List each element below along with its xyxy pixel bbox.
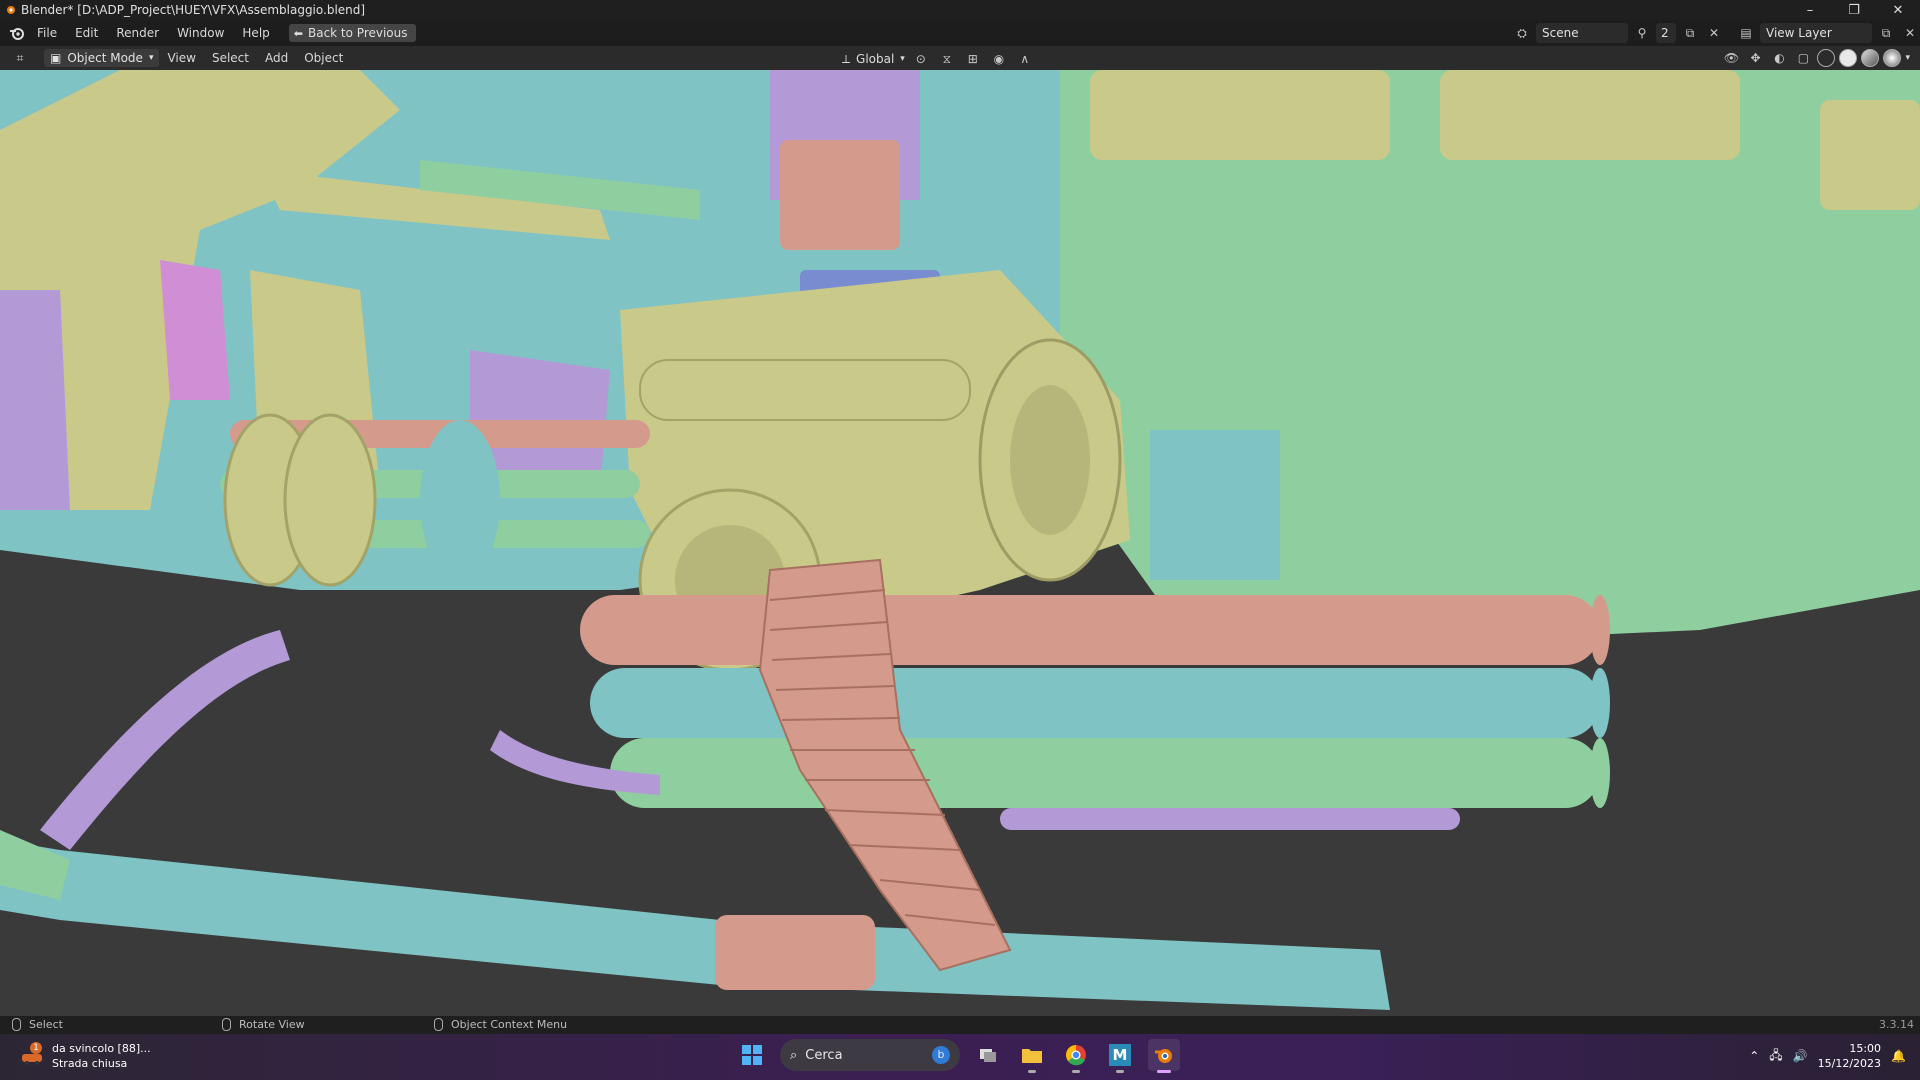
view-layer-icon[interactable]: ▤ bbox=[1736, 23, 1756, 43]
notification-bell-icon[interactable]: 🔔 bbox=[1891, 1049, 1906, 1063]
mouse-right-icon bbox=[434, 1018, 443, 1031]
search-icon: ⌕ bbox=[790, 1047, 798, 1063]
view-layer-name: View Layer bbox=[1766, 26, 1832, 40]
blender-app-icon bbox=[3, 3, 17, 17]
taskbar-clock[interactable]: 15:00 15/12/2023 bbox=[1818, 1041, 1881, 1071]
wireframe-shading-icon[interactable] bbox=[1817, 49, 1836, 67]
status-hint-context: Object Context Menu bbox=[434, 1018, 567, 1031]
gizmo-icon[interactable]: ✥ bbox=[1745, 48, 1765, 68]
status-bar: Select Rotate View Object Context Menu 3… bbox=[0, 1016, 1920, 1034]
file-explorer-icon[interactable] bbox=[1016, 1039, 1048, 1073]
scene-users-count[interactable]: 2 bbox=[1656, 23, 1676, 43]
remove-view-layer-icon[interactable]: ✕ bbox=[1900, 23, 1920, 43]
viewport-menu-select[interactable]: Select bbox=[204, 51, 257, 65]
search-placeholder: Cerca bbox=[805, 1047, 843, 1063]
chevron-down-icon: ▾ bbox=[900, 54, 905, 64]
menu-edit[interactable]: Edit bbox=[66, 22, 107, 44]
duplicate-scene-icon[interactable]: ⧉ bbox=[1680, 23, 1700, 43]
chrome-icon[interactable] bbox=[1060, 1039, 1092, 1073]
app-m-icon[interactable]: M bbox=[1104, 1039, 1136, 1073]
pivot-point-icon[interactable]: ⊙ bbox=[911, 49, 931, 69]
blender-taskbar-icon[interactable] bbox=[1148, 1039, 1180, 1073]
news-widget[interactable]: 1 da svincolo [88]... Strada chiusa bbox=[20, 1041, 151, 1071]
mouse-middle-icon bbox=[222, 1018, 231, 1031]
task-view-icon[interactable] bbox=[972, 1039, 1004, 1071]
mouse-left-icon bbox=[12, 1018, 21, 1031]
blender-version: 3.3.14 bbox=[1879, 1018, 1914, 1031]
object-mode-dropdown[interactable]: ▣ Object Mode ▾ bbox=[44, 49, 160, 67]
blender-logo-icon[interactable] bbox=[6, 22, 28, 44]
network-icon[interactable]: 🖧 bbox=[1769, 1046, 1782, 1067]
editor-type-icon[interactable]: ⌗ bbox=[10, 48, 30, 68]
windows-taskbar: 1 da svincolo [88]... Strada chiusa ⌕ Ce… bbox=[0, 1034, 1920, 1080]
falloff-icon[interactable]: ∧ bbox=[1015, 49, 1035, 69]
top-menubar: File Edit Render Window Help ⬅ Back to P… bbox=[0, 20, 1920, 46]
status-context-label: Object Context Menu bbox=[451, 1018, 568, 1031]
visibility-icon[interactable]: 👁 bbox=[1721, 48, 1741, 68]
status-select-label: Select bbox=[29, 1018, 63, 1031]
start-button[interactable] bbox=[736, 1039, 768, 1071]
snap-target-icon[interactable]: ⊞ bbox=[963, 49, 983, 69]
transform-orientation-dropdown[interactable]: Global bbox=[856, 52, 894, 66]
3d-viewport[interactable] bbox=[0, 70, 1920, 1016]
window-titlebar: Blender* [D:\ADP_Project\HUEY\VFX\Assemb… bbox=[0, 0, 1920, 20]
rendered-shading-icon[interactable] bbox=[1883, 49, 1902, 67]
status-hint-select: Select bbox=[12, 1018, 63, 1031]
delete-scene-icon[interactable]: ✕ bbox=[1704, 23, 1724, 43]
viewport-header: ⌗ ▣ Object Mode ▾ View Select Add Object… bbox=[0, 46, 1920, 70]
new-view-layer-icon[interactable]: ⧉ bbox=[1876, 23, 1896, 43]
menu-render[interactable]: Render bbox=[107, 22, 168, 44]
object-mode-label: Object Mode bbox=[67, 51, 143, 65]
view-layer-field[interactable]: View Layer bbox=[1760, 23, 1872, 43]
viewport-menu-view[interactable]: View bbox=[159, 51, 203, 65]
object-mode-icon: ▣ bbox=[50, 51, 62, 65]
scene-name-field[interactable]: Scene bbox=[1536, 23, 1628, 43]
material-preview-icon[interactable] bbox=[1861, 49, 1880, 67]
chevron-down-icon[interactable]: ▾ bbox=[1905, 53, 1910, 63]
viewport-menu-add[interactable]: Add bbox=[257, 51, 296, 65]
chevron-down-icon: ▾ bbox=[148, 53, 154, 63]
viewport-scene[interactable] bbox=[0, 70, 1920, 1016]
clock-date: 15/12/2023 bbox=[1817, 1057, 1882, 1070]
snap-icon[interactable]: ⧖ bbox=[937, 49, 957, 69]
news-title: da svincolo [88]... bbox=[52, 1042, 151, 1055]
viewport-menu-object[interactable]: Object bbox=[296, 51, 351, 65]
maximize-button[interactable]: ❐ bbox=[1832, 0, 1876, 20]
news-subtitle: Strada chiusa bbox=[52, 1057, 128, 1070]
transform-orientation-icon: ⟂ bbox=[842, 51, 851, 66]
window-title: Blender* [D:\ADP_Project\HUEY\VFX\Assemb… bbox=[21, 3, 366, 17]
back-to-previous-button[interactable]: ⬅ Back to Previous bbox=[288, 24, 416, 42]
back-icon: ⬅ bbox=[293, 26, 303, 40]
status-hint-rotate: Rotate View bbox=[222, 1018, 305, 1031]
minimize-button[interactable]: – bbox=[1788, 0, 1832, 20]
menu-window[interactable]: Window bbox=[168, 22, 233, 44]
menu-file[interactable]: File bbox=[28, 22, 66, 44]
volume-icon[interactable]: 🔊 bbox=[1793, 1049, 1808, 1063]
traffic-icon: 1 bbox=[20, 1042, 44, 1068]
overlays-icon[interactable]: ◐ bbox=[1769, 48, 1789, 68]
pin-icon[interactable]: ⚲ bbox=[1632, 23, 1652, 43]
close-button[interactable]: ✕ bbox=[1876, 0, 1920, 20]
back-to-previous-label: Back to Previous bbox=[307, 26, 408, 40]
scene-name: Scene bbox=[1542, 26, 1579, 40]
taskbar-search-box[interactable]: ⌕ Cerca b bbox=[780, 1039, 960, 1071]
xray-icon[interactable]: ▢ bbox=[1793, 48, 1813, 68]
scene-selector-icon[interactable]: ⛭ bbox=[1512, 23, 1532, 43]
menu-help[interactable]: Help bbox=[233, 22, 278, 44]
bing-icon: b bbox=[932, 1046, 950, 1064]
chevron-up-icon[interactable]: ⌃ bbox=[1749, 1049, 1759, 1063]
clock-time: 15:00 bbox=[1849, 1042, 1882, 1055]
windows-logo-icon bbox=[742, 1045, 762, 1065]
proportional-editing-icon[interactable]: ◉ bbox=[989, 49, 1009, 69]
notification-badge: 1 bbox=[30, 1042, 42, 1054]
status-rotate-label: Rotate View bbox=[239, 1018, 305, 1031]
solid-shading-icon[interactable] bbox=[1839, 49, 1858, 67]
